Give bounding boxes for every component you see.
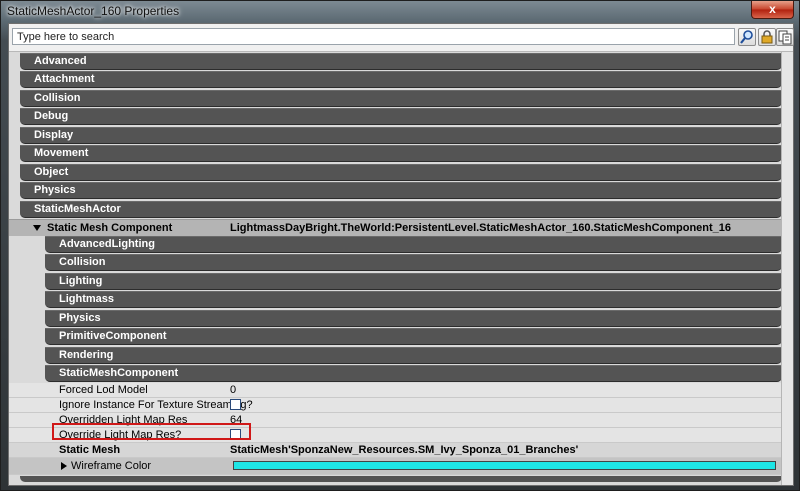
- subcategory-collision[interactable]: Collision: [45, 254, 782, 271]
- property-value[interactable]: 0: [230, 383, 236, 397]
- copy-icon: [778, 30, 792, 45]
- ignore-instance-checkbox[interactable]: [230, 399, 241, 410]
- category-movement[interactable]: Movement: [20, 145, 782, 162]
- magnifier-icon: [740, 30, 753, 44]
- subcategory-advancedlighting[interactable]: AdvancedLighting: [45, 236, 782, 253]
- search-bar: [9, 24, 794, 52]
- wireframe-color-swatch[interactable]: [233, 461, 776, 470]
- window-title: StaticMeshActor_160 Properties: [7, 4, 180, 18]
- category-attachment[interactable]: Attachment: [20, 71, 782, 88]
- highlight-box: [52, 423, 251, 440]
- static-mesh-row[interactable]: Static Mesh StaticMesh'SponzaNew_Resourc…: [9, 443, 782, 458]
- close-button[interactable]: x: [751, 1, 794, 19]
- properties-window: StaticMeshActor_160 Properties x Type he…: [0, 0, 800, 491]
- lock-icon: [761, 30, 773, 44]
- component-value: LightmassDayBright.TheWorld:PersistentLe…: [230, 222, 732, 234]
- subcategory-staticmeshcomponent[interactable]: StaticMeshComponent: [45, 365, 782, 382]
- collapsed-arrow-icon[interactable]: [61, 462, 67, 470]
- static-mesh-component-row[interactable]: Static Mesh Component LightmassDayBright…: [9, 219, 782, 236]
- property-name: Ignore Instance For Texture Streaming?: [59, 399, 253, 411]
- lock-button[interactable]: [758, 28, 776, 46]
- wireframe-color-row[interactable]: Wireframe Color: [9, 458, 782, 475]
- property-row[interactable]: Forced Lod Model 0: [9, 383, 782, 398]
- property-tree: Advanced Attachment Collision Debug Disp…: [9, 52, 782, 485]
- subcategory-lighting[interactable]: Lighting: [45, 273, 782, 290]
- subcategory-lightmass[interactable]: Lightmass: [45, 291, 782, 308]
- category-footer: [20, 476, 782, 482]
- category-collision[interactable]: Collision: [20, 90, 782, 107]
- copy-button[interactable]: [776, 28, 794, 46]
- category-physics[interactable]: Physics: [20, 182, 782, 199]
- search-input[interactable]: [12, 28, 735, 45]
- property-name: Forced Lod Model: [59, 384, 148, 396]
- category-advanced[interactable]: Advanced: [20, 53, 782, 70]
- subcategory-rendering[interactable]: Rendering: [45, 347, 782, 364]
- search-button[interactable]: [738, 28, 756, 46]
- static-mesh-label: Static Mesh: [59, 444, 121, 456]
- subcategory-primitivecomponent[interactable]: PrimitiveComponent: [45, 328, 782, 345]
- close-icon: x: [769, 2, 776, 16]
- properties-panel: Advanced Attachment Collision Debug Disp…: [8, 23, 794, 486]
- component-label: Static Mesh Component: [47, 222, 173, 234]
- expanded-arrow-icon[interactable]: [33, 225, 41, 232]
- property-row[interactable]: Ignore Instance For Texture Streaming?: [9, 398, 782, 413]
- wireframe-color-label: Wireframe Color: [71, 460, 152, 472]
- category-object[interactable]: Object: [20, 164, 782, 181]
- static-mesh-value[interactable]: StaticMesh'SponzaNew_Resources.SM_Ivy_Sp…: [230, 443, 578, 457]
- category-display[interactable]: Display: [20, 127, 782, 144]
- subcategory-physics[interactable]: Physics: [45, 310, 782, 327]
- category-debug[interactable]: Debug: [20, 108, 782, 125]
- title-bar[interactable]: StaticMeshActor_160 Properties x: [1, 1, 799, 21]
- category-staticmeshactor[interactable]: StaticMeshActor: [20, 201, 782, 218]
- vertical-scrollbar[interactable]: [781, 52, 793, 485]
